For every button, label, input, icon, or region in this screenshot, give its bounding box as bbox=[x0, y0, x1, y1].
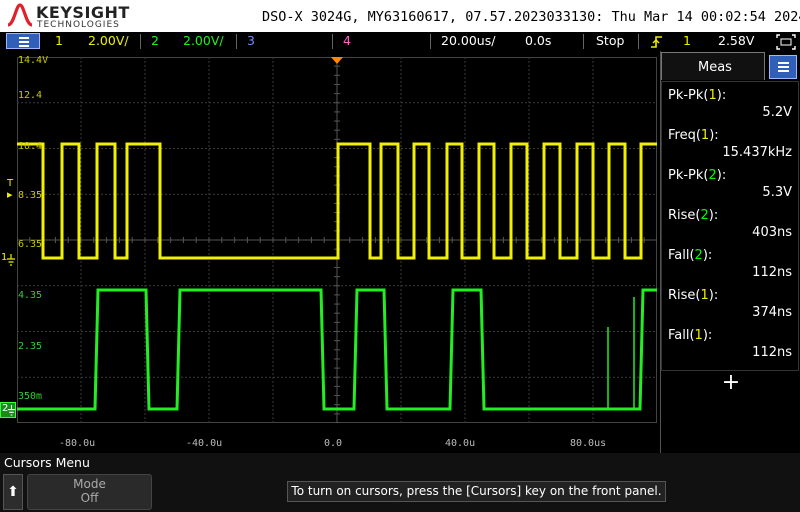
meas-tab[interactable]: Meas bbox=[661, 52, 765, 80]
trigger-delay[interactable]: 0.0s bbox=[525, 33, 551, 48]
instrument-title: DSO-X 3024G, MY63160617, 07.57.202303313… bbox=[262, 9, 800, 25]
measurement-name: Fall(2): bbox=[668, 248, 713, 263]
measurement-name: Pk-Pk(2): bbox=[668, 168, 727, 183]
measurement-value: 403ns bbox=[752, 225, 792, 240]
measurement-item[interactable]: Pk-Pk(2): 5.3V bbox=[662, 162, 798, 202]
meas-menu-button[interactable] bbox=[769, 55, 797, 79]
meas-tab-label: Meas bbox=[698, 60, 732, 75]
header-bar: KEYSIGHT TECHNOLOGIES DSO-X 3024G, MY631… bbox=[0, 0, 800, 32]
measurement-value: 15.437kHz bbox=[722, 145, 792, 160]
keysight-wave-icon bbox=[7, 3, 33, 27]
status-bar: 1 2.00V/ 2 2.00V/ 3 4 20.00us/ 0.0s Stop… bbox=[0, 32, 800, 51]
softkey-bar: Cursors Menu ⬆ Mode Off To turn on curso… bbox=[0, 453, 800, 512]
divider bbox=[332, 34, 333, 49]
keysight-logo: KEYSIGHT TECHNOLOGIES bbox=[6, 2, 136, 30]
screen-capture-icon[interactable] bbox=[776, 34, 796, 50]
ch1-number[interactable]: 1 bbox=[55, 33, 63, 48]
divider bbox=[236, 34, 237, 49]
measurement-item[interactable]: Fall(2): 112ns bbox=[662, 242, 798, 282]
measurement-name: Rise(2): bbox=[668, 208, 719, 223]
measurement-name: Fall(1): bbox=[668, 328, 713, 343]
cursors-menu-title: Cursors Menu bbox=[4, 455, 90, 470]
ch3-number[interactable]: 3 bbox=[247, 33, 255, 48]
measurement-item[interactable]: Freq(1): 15.437kHz bbox=[662, 122, 798, 162]
run-state[interactable]: Stop bbox=[596, 33, 624, 48]
ch1-scale[interactable]: 2.00V/ bbox=[88, 33, 129, 48]
measurement-item[interactable]: Rise(1): 374ns bbox=[662, 282, 798, 322]
divider bbox=[583, 34, 584, 49]
trigger-position-marker bbox=[331, 57, 343, 64]
divider bbox=[638, 34, 639, 49]
back-up-button[interactable]: ⬆ bbox=[3, 474, 23, 510]
graticule bbox=[17, 57, 657, 423]
measurements-panel: Meas Pk-Pk(1): 5.2V Freq(1): 15.437kHz Pk-Pk… bbox=[660, 51, 800, 453]
divider bbox=[140, 34, 141, 49]
measurement-value: 374ns bbox=[752, 305, 792, 320]
ch2-number[interactable]: 2 bbox=[151, 33, 159, 48]
ch2-scale[interactable]: 2.00V/ bbox=[183, 33, 224, 48]
measurement-value: 112ns bbox=[752, 345, 792, 360]
info-message: To turn on cursors, press the [Cursors] … bbox=[287, 481, 666, 502]
timebase-scale[interactable]: 20.00us/ bbox=[441, 33, 495, 48]
measurement-name: Freq(1): bbox=[668, 128, 719, 143]
divider bbox=[430, 34, 431, 49]
add-measurement-button[interactable]: + bbox=[717, 369, 745, 397]
trigger-channel[interactable]: 1 bbox=[683, 33, 691, 48]
measurement-name: Rise(1): bbox=[668, 288, 719, 303]
trigger-level[interactable]: 2.58V bbox=[718, 33, 754, 48]
ch4-number[interactable]: 4 bbox=[343, 33, 351, 48]
measurement-list: Pk-Pk(1): 5.2V Freq(1): 15.437kHz Pk-Pk(2): 5… bbox=[661, 81, 799, 371]
brand-subtitle: TECHNOLOGIES bbox=[37, 20, 120, 30]
measurement-item[interactable]: Rise(2): 403ns bbox=[662, 202, 798, 242]
measurement-value: 112ns bbox=[752, 265, 792, 280]
measurement-value: 5.2V bbox=[762, 105, 792, 120]
measurement-value: 5.3V bbox=[762, 185, 792, 200]
measurement-name: Pk-Pk(1): bbox=[668, 88, 727, 103]
rising-edge-trigger-icon bbox=[651, 36, 662, 48]
mode-label: Mode bbox=[73, 477, 106, 491]
mode-value: Off bbox=[80, 491, 99, 505]
measurement-item[interactable]: Pk-Pk(1): 5.2V bbox=[662, 82, 798, 122]
measurement-item[interactable]: Fall(1): 112ns bbox=[662, 322, 798, 362]
channel-1-waveform bbox=[17, 142, 657, 260]
mode-softkey[interactable]: Mode Off bbox=[27, 474, 152, 510]
main-menu-button[interactable] bbox=[6, 33, 40, 49]
